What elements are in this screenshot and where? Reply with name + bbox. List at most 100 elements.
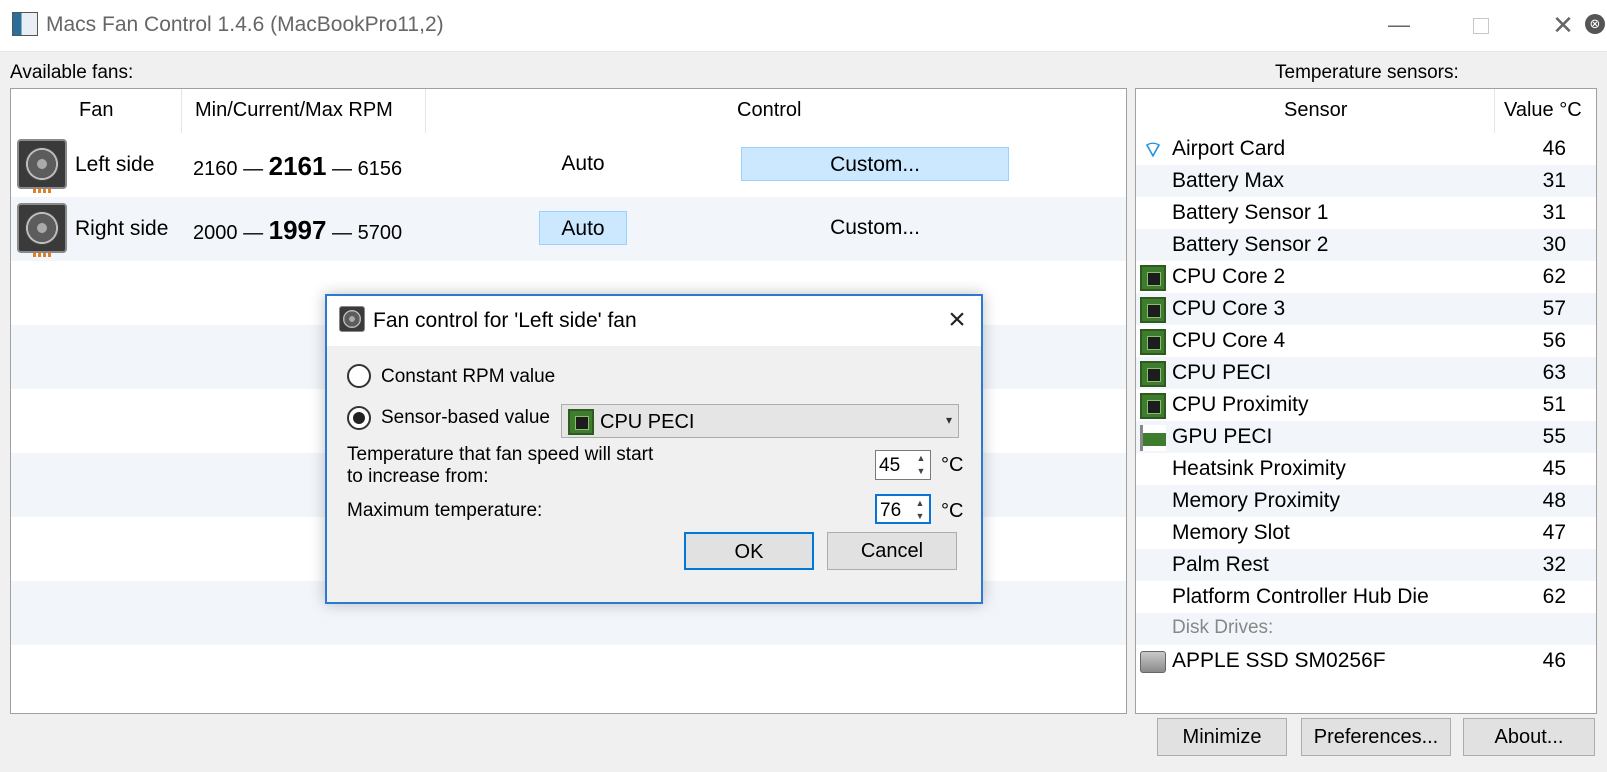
- preferences-button[interactable]: Preferences...: [1301, 718, 1451, 756]
- chevron-down-icon: ▾: [945, 413, 952, 427]
- fan-icon: [17, 139, 67, 193]
- max-temp-value: 76: [880, 500, 902, 521]
- sensor-value: 62: [1542, 265, 1566, 288]
- column-header-control[interactable]: Control: [737, 99, 801, 122]
- sensor-group-row: Disk Drives:: [1136, 613, 1596, 645]
- unit-label: °C: [941, 454, 964, 476]
- sensor-name: APPLE SSD SM0256F: [1172, 649, 1386, 672]
- sensors-table-header: Sensor Value °C: [1136, 89, 1596, 133]
- sensor-value: 46: [1542, 137, 1566, 160]
- temperature-sensors-label: Temperature sensors:: [1275, 62, 1459, 83]
- sensor-row[interactable]: Palm Rest 32: [1136, 549, 1596, 581]
- sensor-value: 62: [1542, 585, 1566, 608]
- sensor-value: 63: [1542, 361, 1566, 384]
- dialog-close-button[interactable]: ×: [939, 302, 975, 338]
- sensor-row[interactable]: CPU Core 4 56: [1136, 325, 1596, 357]
- sensor-value: 32: [1542, 553, 1566, 576]
- minimize-window-button[interactable]: —: [1376, 8, 1422, 42]
- sensor-name: Memory Proximity: [1172, 489, 1341, 512]
- sensor-select-value: CPU PECI: [600, 411, 695, 433]
- fan-icon: [339, 306, 365, 332]
- disk-drive-icon: [1140, 651, 1166, 673]
- sensor-row[interactable]: Battery Sensor 1 31: [1136, 197, 1596, 229]
- sensor-row[interactable]: CPU PECI 63: [1136, 357, 1596, 389]
- sensor-based-label[interactable]: Sensor-based value: [381, 407, 550, 429]
- sensor-name: Platform Controller Hub Die: [1172, 585, 1429, 608]
- sensor-row[interactable]: Platform Controller Hub Die 62: [1136, 581, 1596, 613]
- sensor-row[interactable]: Battery Sensor 2 30: [1136, 229, 1596, 261]
- fans-table-header: Fan Min/Current/Max RPM Control: [11, 89, 1126, 133]
- start-temp-spinner[interactable]: 45 ▲ ▼: [875, 450, 931, 480]
- fan-name: Right side: [75, 217, 169, 240]
- sensor-name: Heatsink Proximity: [1172, 457, 1346, 480]
- cpu-chip-icon: [568, 409, 594, 435]
- constant-rpm-label[interactable]: Constant RPM value: [381, 366, 555, 388]
- gpu-card-icon: [1140, 425, 1166, 451]
- custom-button[interactable]: Custom...: [741, 211, 1009, 245]
- fan-icon: [17, 203, 67, 257]
- close-window-button[interactable]: ✕: [1540, 8, 1586, 42]
- sensor-value: 56: [1542, 329, 1566, 352]
- sensor-name: CPU Core 4: [1172, 329, 1286, 352]
- fan-row-left-side[interactable]: Left side 2160 — 2161 — 6156 Auto Custom…: [11, 133, 1126, 197]
- sensor-row[interactable]: APPLE SSD SM0256F 46: [1136, 645, 1596, 677]
- start-temp-value: 45: [879, 455, 901, 476]
- sensor-name: Airport Card: [1172, 137, 1286, 160]
- fan-current-rpm: 2161: [268, 151, 327, 181]
- fan-rpm: 2160 — 2161 — 6156: [193, 151, 403, 181]
- cancel-button[interactable]: Cancel: [827, 532, 957, 570]
- sensors-table: Sensor Value °C ⌔ Airport Card 46 Batter…: [1135, 88, 1597, 714]
- spinner-arrows-icon[interactable]: ▲ ▼: [914, 452, 928, 478]
- app-icon: [12, 12, 38, 36]
- sensor-row[interactable]: Memory Proximity 48: [1136, 485, 1596, 517]
- cpu-chip-icon: [1140, 329, 1166, 355]
- disk-drives-group-label: Disk Drives:: [1172, 617, 1274, 638]
- dialog-title-bar: Fan control for 'Left side' fan ×: [327, 296, 981, 346]
- cpu-chip-icon: [1140, 361, 1166, 387]
- sensor-value: 57: [1542, 297, 1566, 320]
- column-header-value[interactable]: Value °C: [1504, 99, 1582, 122]
- constant-rpm-radio[interactable]: [347, 364, 371, 388]
- sensor-row[interactable]: CPU Core 2 62: [1136, 261, 1596, 293]
- minimize-button[interactable]: Minimize: [1157, 718, 1287, 756]
- fan-control-dialog: Fan control for 'Left side' fan × Consta…: [325, 294, 983, 604]
- sensor-row[interactable]: ⌔ Airport Card 46: [1136, 133, 1596, 165]
- sensor-row[interactable]: CPU Core 3 57: [1136, 293, 1596, 325]
- sensor-name: CPU Proximity: [1172, 393, 1309, 416]
- sensor-value: 31: [1542, 169, 1566, 192]
- column-header-sensor[interactable]: Sensor: [1284, 99, 1347, 122]
- fan-row-right-side[interactable]: Right side 2000 — 1997 — 5700 Auto Custo…: [11, 197, 1126, 261]
- fan-name: Left side: [75, 153, 155, 176]
- fan-rpm: 2000 — 1997 — 5700: [193, 215, 403, 245]
- sensor-row[interactable]: Battery Max 31: [1136, 165, 1596, 197]
- available-fans-label: Available fans:: [10, 62, 134, 83]
- sensor-name: CPU Core 2: [1172, 265, 1286, 288]
- sensor-select[interactable]: CPU PECI ▾: [561, 404, 959, 438]
- ok-button[interactable]: OK: [684, 532, 814, 570]
- screenshot-badge-icon: ⊗: [1585, 14, 1605, 34]
- sensor-name: CPU Core 3: [1172, 297, 1286, 320]
- auto-button[interactable]: Auto: [539, 147, 627, 181]
- maximize-window-button[interactable]: [1458, 8, 1504, 42]
- sensor-row[interactable]: Memory Slot 47: [1136, 517, 1596, 549]
- start-temp-label: Temperature that fan speed will start to…: [347, 444, 654, 487]
- auto-button[interactable]: Auto: [539, 211, 627, 245]
- sensor-row[interactable]: GPU PECI 55: [1136, 421, 1596, 453]
- custom-button[interactable]: Custom...: [741, 147, 1009, 181]
- spinner-arrows-icon[interactable]: ▲ ▼: [913, 497, 927, 523]
- sensor-based-radio[interactable]: [347, 406, 371, 430]
- column-header-fan[interactable]: Fan: [79, 99, 113, 122]
- sensor-name: Battery Sensor 2: [1172, 233, 1329, 256]
- maximize-icon: [1473, 18, 1489, 35]
- window-title: Macs Fan Control 1.4.6 (MacBookPro11,2): [46, 13, 444, 36]
- sensor-row[interactable]: CPU Proximity 51: [1136, 389, 1596, 421]
- sensor-name: Palm Rest: [1172, 553, 1269, 576]
- max-temp-spinner[interactable]: 76 ▲ ▼: [875, 494, 931, 524]
- column-header-rpm[interactable]: Min/Current/Max RPM: [195, 99, 393, 122]
- sensor-name: CPU PECI: [1172, 361, 1272, 384]
- unit-label: °C: [941, 500, 964, 522]
- title-bar: Macs Fan Control 1.4.6 (MacBookPro11,2) …: [0, 0, 1607, 52]
- sensor-row[interactable]: Heatsink Proximity 45: [1136, 453, 1596, 485]
- about-button[interactable]: About...: [1463, 718, 1595, 756]
- sensor-name: GPU PECI: [1172, 425, 1273, 448]
